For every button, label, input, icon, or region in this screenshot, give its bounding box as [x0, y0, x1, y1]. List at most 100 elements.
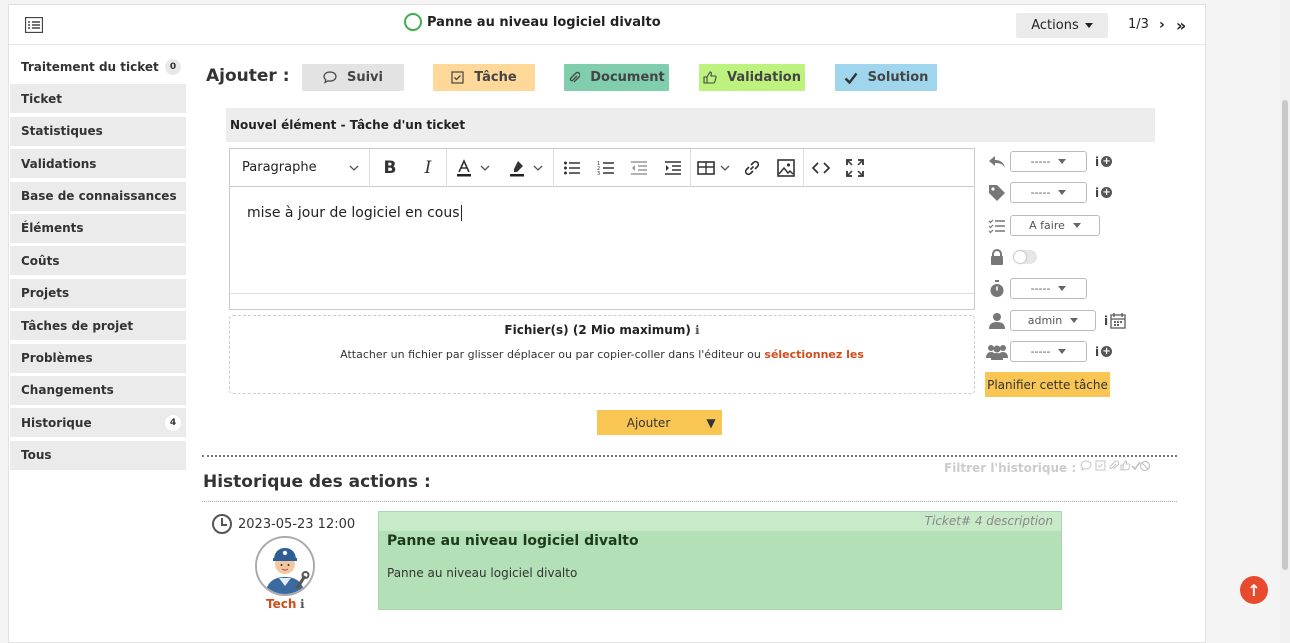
select-files-link[interactable]: sélectionnez les — [764, 348, 863, 361]
info-icon[interactable]: i — [1104, 314, 1108, 328]
editor-resize-bar[interactable] — [230, 293, 974, 309]
filter-icons[interactable] — [1080, 460, 1151, 475]
task-user-select[interactable]: admin — [1010, 310, 1096, 331]
history-filter: Filtrer l'historique : — [944, 460, 1151, 475]
add-circle-icon[interactable]: + — [1101, 187, 1113, 198]
next-ticket-icon[interactable]: › — [1159, 17, 1165, 33]
file-dropzone[interactable]: Fichier(s) (2 Mio maximum) ℹ Attacher un… — [229, 315, 975, 394]
editor-toolbar: Paragraphe B I 123 — [230, 148, 974, 187]
font-color-icon[interactable] — [447, 158, 497, 177]
filter-type-icon[interactable] — [1080, 460, 1151, 472]
paragraph-format-select[interactable]: Paragraphe — [230, 160, 369, 175]
select-value: admin — [1027, 314, 1063, 327]
add-solution-button[interactable]: Solution — [835, 64, 937, 91]
sidebar-item-projets[interactable]: Projets — [10, 278, 186, 308]
comment-icon — [323, 71, 337, 84]
task-user-row: admin i — [986, 310, 1126, 331]
sidebar-item-project-tasks[interactable]: Tâches de projet — [10, 311, 186, 341]
highlight-icon[interactable] — [497, 159, 553, 177]
sidebar-item-problemes[interactable]: Problèmes — [10, 343, 186, 373]
add-circle-icon[interactable]: + — [1101, 346, 1113, 357]
add-document-button[interactable]: Document — [564, 64, 669, 91]
table-icon[interactable] — [691, 160, 735, 176]
caret-down-icon[interactable]: ▼ — [700, 416, 722, 430]
add-circle-icon[interactable]: + — [1101, 156, 1113, 167]
submit-add-button[interactable]: Ajouter ▼ — [597, 410, 722, 435]
add-task-button[interactable]: Tâche — [433, 64, 535, 91]
paperclip-icon — [569, 71, 581, 82]
task-status-select[interactable]: A faire — [1010, 215, 1100, 236]
task-category-row: ----- i + — [986, 182, 1113, 203]
add-validation-button[interactable]: Validation — [699, 64, 805, 91]
add-button-label: Suivi — [346, 70, 383, 85]
sidebar-item-validations[interactable]: Validations — [10, 149, 186, 179]
sidebar-item-label: Base de connaissances — [21, 189, 177, 204]
source-code-icon[interactable] — [804, 161, 838, 175]
sidebar-item-label: Historique — [21, 415, 92, 430]
task-duration-select[interactable]: ----- — [1010, 278, 1087, 299]
sidebar-item-label: Problèmes — [21, 351, 93, 366]
sidebar-item-changements[interactable]: Changements — [10, 375, 186, 405]
select-value: ----- — [1030, 186, 1051, 199]
sidebar-item-label: Tous — [21, 448, 52, 463]
sidebar-item-statistiques[interactable]: Statistiques — [10, 116, 186, 146]
ticket-sidebar: Traitement du ticket 0 Ticket Statistique… — [10, 52, 186, 473]
plan-task-button[interactable]: Planifier cette tâche — [985, 372, 1110, 397]
outdent-icon[interactable] — [622, 160, 656, 176]
info-icon[interactable]: ℹ — [300, 597, 305, 611]
sidebar-item-elements[interactable]: Éléments — [10, 213, 186, 243]
sidebar-item-couts[interactable]: Coûts — [10, 246, 186, 276]
clock-icon — [212, 514, 232, 534]
actions-dropdown-button[interactable]: Actions — [1016, 13, 1108, 38]
info-icon[interactable]: i — [1095, 186, 1099, 200]
editor-content[interactable]: mise à jour de logiciel en cous — [230, 187, 974, 293]
private-toggle[interactable] — [1013, 250, 1037, 264]
sidebar-item-tous[interactable]: Tous — [10, 440, 186, 470]
bold-icon[interactable]: B — [370, 158, 410, 178]
italic-icon[interactable]: I — [410, 158, 446, 178]
numbered-list-icon[interactable]: 123 — [590, 160, 622, 176]
scrollbar-thumb[interactable] — [1282, 100, 1288, 570]
task-category-select[interactable]: ----- — [1010, 182, 1087, 203]
history-entry-date: 2023-05-23 12:00 — [212, 514, 355, 534]
link-icon[interactable] — [735, 159, 769, 177]
fullscreen-icon[interactable] — [838, 158, 872, 177]
list-menu-icon[interactable] — [25, 17, 43, 33]
entry-user[interactable]: Tech — [266, 597, 296, 611]
select-value: A faire — [1029, 219, 1065, 232]
caret-down-icon — [1058, 159, 1067, 164]
dropzone-title-text: Fichier(s) (2 Mio maximum) — [504, 323, 691, 337]
task-template-select[interactable]: ----- — [1010, 151, 1087, 172]
caret-down-icon — [1058, 286, 1067, 291]
calendar-icon[interactable] — [1110, 312, 1126, 329]
indent-icon[interactable] — [656, 160, 690, 176]
text-cursor — [460, 205, 462, 221]
caret-down-icon — [1058, 349, 1067, 354]
sidebar-item-label: Validations — [21, 156, 97, 171]
sidebar-item-knowledge-base[interactable]: Base de connaissances — [10, 181, 186, 211]
task-group-select[interactable]: ----- — [1010, 341, 1087, 362]
ticket-title: Panne au niveau logiciel divalto — [427, 14, 661, 30]
users-icon — [986, 342, 1008, 362]
last-ticket-icon[interactable]: ›› — [1176, 16, 1186, 35]
image-icon[interactable] — [769, 158, 803, 177]
dropzone-instructions: Attacher un fichier par glisser déplacer… — [230, 348, 974, 361]
reply-icon — [986, 152, 1008, 172]
back-to-top-button[interactable]: ↑ — [1240, 576, 1268, 604]
caret-down-icon — [1072, 223, 1081, 228]
submit-label: Ajouter — [626, 415, 671, 430]
info-icon[interactable]: i — [1095, 345, 1099, 359]
dropzone-text: Attacher un fichier par glisser déplacer… — [340, 348, 765, 361]
add-button-label: Document — [590, 70, 665, 85]
info-icon[interactable]: i — [1095, 155, 1099, 169]
bullet-list-icon[interactable] — [554, 160, 590, 176]
add-button-label: Validation — [727, 70, 801, 85]
divider — [202, 501, 1177, 502]
technician-avatar-icon — [257, 538, 313, 594]
sidebar-item-traitement[interactable]: Traitement du ticket 0 — [10, 52, 186, 81]
sidebar-item-historique[interactable]: Historique 4 — [10, 408, 186, 438]
sidebar-badge: 4 — [165, 414, 181, 431]
add-followup-button[interactable]: Suivi — [302, 64, 404, 91]
sidebar-item-ticket[interactable]: Ticket — [10, 84, 186, 114]
task-status-row: A faire — [986, 215, 1100, 236]
